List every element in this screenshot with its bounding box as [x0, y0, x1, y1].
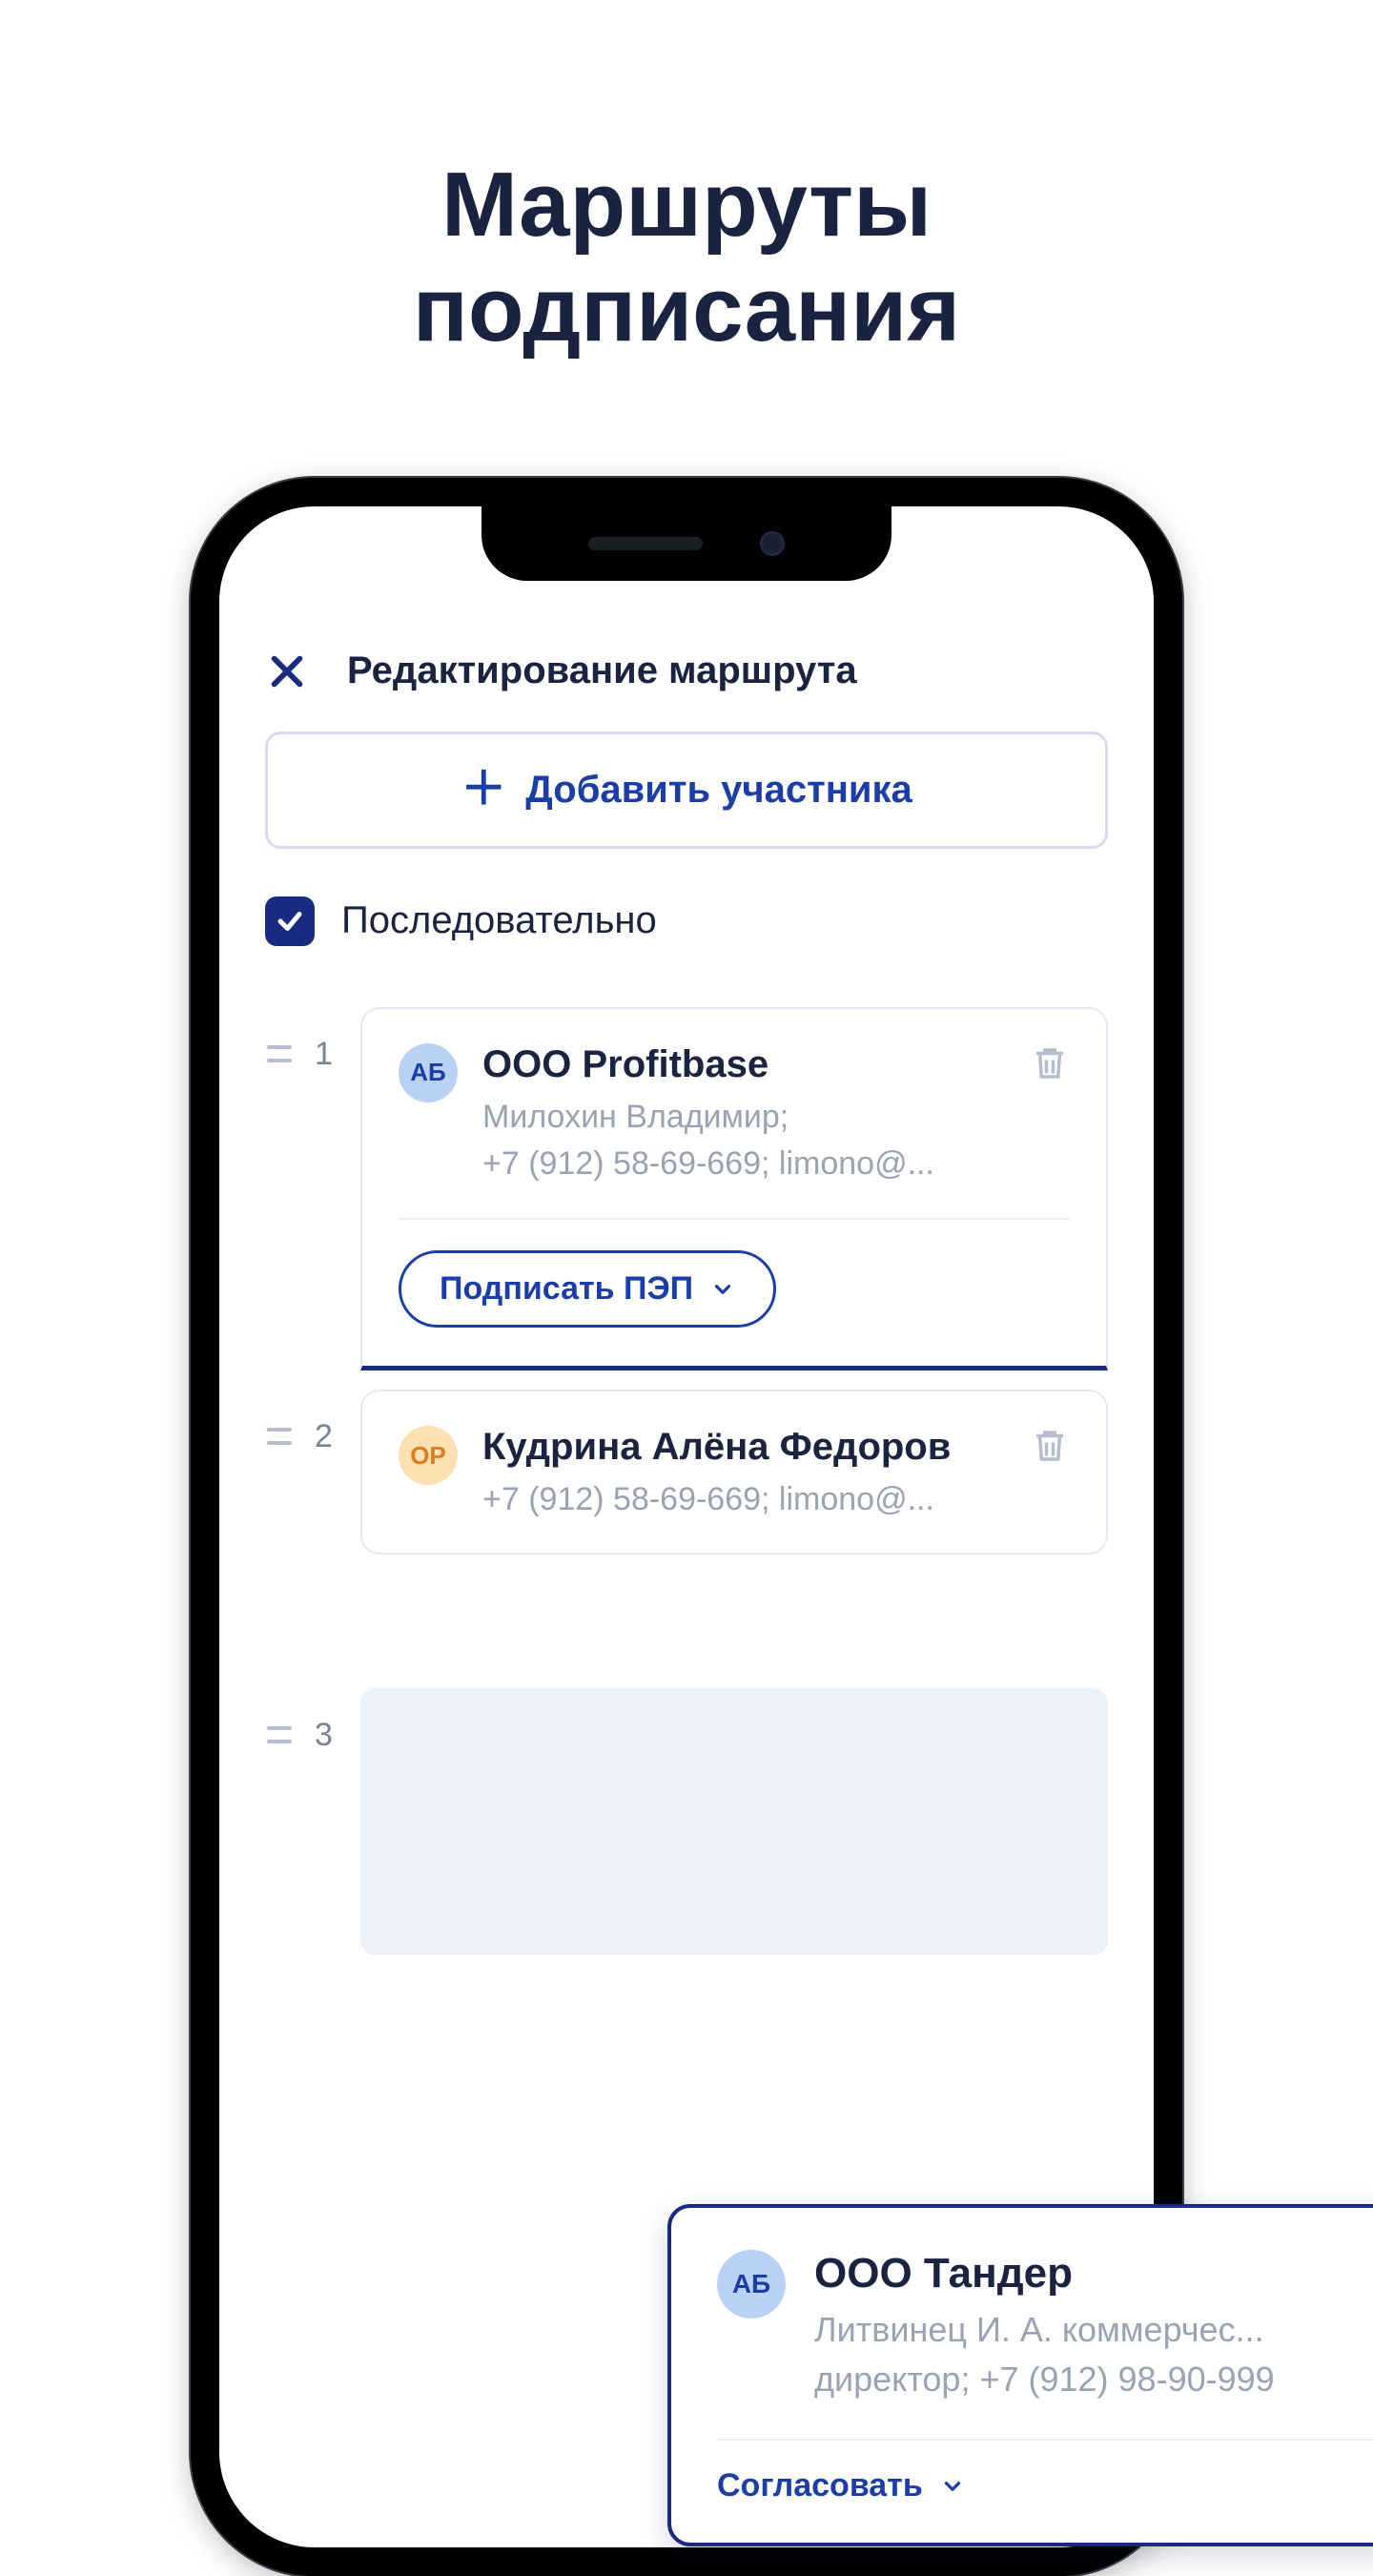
chevron-down-icon: [940, 2474, 965, 2499]
avatar: АБ: [717, 2250, 786, 2318]
route-index: 3: [315, 1688, 339, 1754]
chevron-down-icon: [710, 1277, 735, 1302]
delete-icon[interactable]: [1030, 1426, 1070, 1466]
drag-handle-icon[interactable]: [265, 1390, 294, 1445]
sign-method-button[interactable]: Подписать ПЭП: [399, 1250, 776, 1328]
page-headline: Маршруты подписания: [0, 0, 1373, 478]
headline-line-2: подписания: [413, 258, 960, 361]
participant-details: +7 (912) 58-69-669; limono@...: [482, 1469, 1005, 1523]
headline-line-1: Маршруты: [441, 154, 932, 256]
participant-title: OOO Profitbase: [482, 1043, 1005, 1086]
participant-details: Литвинец И. А. коммерчес... директор; +7…: [814, 2298, 1373, 2404]
participant-placeholder: [360, 1688, 1108, 1955]
sequential-label: Последовательно: [341, 899, 657, 942]
avatar: ОР: [399, 1426, 458, 1485]
participant-title: Кудрина Алёна Федоров: [482, 1426, 1005, 1469]
participant-details: Милохин Владимир; +7 (912) 58-69-669; li…: [482, 1086, 1005, 1188]
delete-icon[interactable]: [1030, 1043, 1070, 1083]
screen-title: Редактирование маршрута: [347, 649, 857, 692]
drag-handle-icon[interactable]: [265, 1688, 294, 1743]
avatar: АБ: [399, 1043, 458, 1103]
route-row: 1 АБ OOO Profitbase Милохин Владимир; +7…: [265, 998, 1108, 1381]
approve-action[interactable]: Согласовать: [717, 2467, 965, 2504]
add-participant-label: Добавить участника: [525, 769, 912, 812]
route-row: 2 ОР Кудрина Алёна Федоров +7 (912) 58-6…: [265, 1380, 1108, 1563]
route-list: 1 АБ OOO Profitbase Милохин Владимир; +7…: [265, 975, 1108, 1965]
sequential-checkbox[interactable]: [265, 896, 315, 946]
drag-handle-icon[interactable]: [265, 1007, 294, 1062]
participant-card: ОР Кудрина Алёна Федоров +7 (912) 58-69-…: [360, 1390, 1108, 1554]
route-index: 1: [315, 1007, 339, 1073]
phone-notch: [482, 506, 891, 581]
add-participant-button[interactable]: ＋ Добавить участника: [265, 732, 1108, 849]
plus-icon: ＋: [461, 778, 506, 801]
participant-title: ООО Тандер: [814, 2250, 1373, 2298]
participant-card: АБ OOO Profitbase Милохин Владимир; +7 (…: [360, 1007, 1108, 1371]
approve-label: Согласовать: [717, 2467, 923, 2504]
route-index: 2: [315, 1390, 339, 1455]
route-row: 3: [265, 1679, 1108, 1965]
close-icon[interactable]: [265, 649, 309, 693]
sign-method-label: Подписать ПЭП: [440, 1270, 693, 1308]
participant-card-dragged[interactable]: АБ ООО Тандер Литвинец И. А. коммерчес..…: [667, 2204, 1373, 2546]
